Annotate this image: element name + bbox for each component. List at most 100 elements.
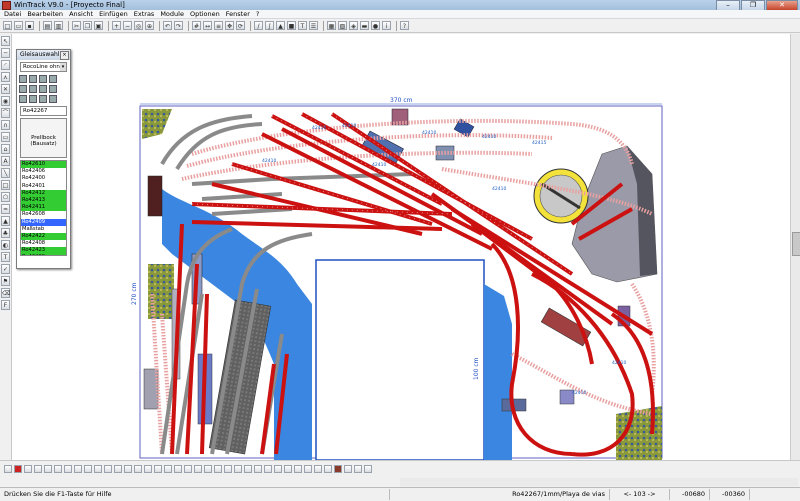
height-icon[interactable]: ▲ (276, 21, 285, 30)
context-help-icon[interactable]: ? (400, 21, 409, 30)
module-23-icon[interactable] (224, 464, 232, 473)
module-22-icon[interactable] (214, 464, 222, 473)
part-list-item[interactable]: Ro42412 (21, 189, 66, 197)
undo-icon[interactable]: ↶ (163, 21, 172, 30)
tool-a-icon[interactable] (19, 85, 27, 93)
list-icon[interactable]: ☰ (309, 21, 318, 30)
switch-piece-icon[interactable] (39, 75, 47, 83)
module-32-icon[interactable] (314, 464, 322, 473)
module-20-icon[interactable] (194, 464, 202, 473)
building-icon[interactable]: ⌂ (1, 144, 10, 154)
module-3-icon[interactable] (24, 464, 32, 473)
menu-datei[interactable]: Datei (4, 10, 21, 18)
module-1-icon[interactable] (4, 464, 12, 473)
part-list-item[interactable]: Ro42401 (21, 183, 66, 190)
water-icon[interactable]: ≈ (1, 204, 10, 214)
module-15-icon[interactable] (144, 464, 152, 473)
menu-extras[interactable]: Extras (134, 10, 155, 18)
part-list-item[interactable]: Ro42409 (21, 254, 66, 255)
print-small-icon[interactable] (364, 464, 372, 473)
print-preview-icon[interactable]: ▥ (54, 21, 63, 30)
tool-3d-icon[interactable] (49, 95, 57, 103)
flex-track-icon[interactable]: ∫ (265, 21, 274, 30)
part-list-item[interactable]: Ro42610 (21, 161, 66, 169)
track-icon[interactable]: / (254, 21, 263, 30)
module-17-icon[interactable] (164, 464, 172, 473)
straight-track-icon[interactable]: ─ (1, 48, 10, 58)
vertical-scrollbar[interactable] (790, 34, 800, 460)
module-16-icon[interactable] (154, 464, 162, 473)
vertical-scroll-thumb[interactable] (792, 232, 800, 256)
copy-icon[interactable]: ❐ (83, 21, 92, 30)
curve-piece-icon[interactable] (29, 75, 37, 83)
zoom-out-icon[interactable]: − (123, 21, 132, 30)
menu-ansicht[interactable]: Ansicht (69, 10, 93, 18)
font-icon[interactable]: F (1, 300, 10, 310)
tool-c-icon[interactable] (39, 85, 47, 93)
tool-e-icon[interactable] (19, 95, 27, 103)
label-a-icon[interactable]: A (1, 156, 10, 166)
switch-track-icon[interactable]: ⋏ (1, 72, 10, 82)
horizontal-scrollbar[interactable] (400, 478, 798, 486)
part-list-item[interactable]: Ro42422 (21, 232, 66, 241)
module-11-icon[interactable] (104, 464, 112, 473)
part-list-item[interactable]: Ro42413 (21, 196, 66, 205)
cut-icon[interactable]: ✂ (72, 21, 81, 30)
panel-header[interactable]: Gleisauswahl × (17, 50, 70, 60)
train-icon[interactable]: ▬ (360, 21, 369, 30)
line-icon[interactable]: ╲ (1, 168, 10, 178)
turntable-icon[interactable]: ◉ (1, 96, 10, 106)
menu-optionen[interactable]: Optionen (190, 10, 220, 18)
loco-icon[interactable] (334, 464, 342, 473)
layout-icon[interactable]: ▦ (327, 21, 336, 30)
wagon-icon[interactable] (344, 464, 352, 473)
zoom-fit-icon[interactable]: ◎ (134, 21, 143, 30)
part-list-item[interactable]: Ro42411 (21, 204, 66, 212)
module-21-icon[interactable] (204, 464, 212, 473)
module-5-icon[interactable] (44, 464, 52, 473)
part-list-item[interactable]: Ro42400 (21, 175, 66, 182)
module-13-icon[interactable] (124, 464, 132, 473)
module-33-icon[interactable] (324, 464, 332, 473)
text-label-icon[interactable]: T (1, 252, 10, 262)
select-arrow-icon[interactable]: ↖ (1, 36, 10, 46)
tool-b-icon[interactable] (29, 85, 37, 93)
module-24-icon[interactable] (234, 464, 242, 473)
app-icon[interactable] (2, 0, 11, 10)
part-list-item[interactable]: Ro42409 (21, 218, 66, 226)
track-plan[interactable]: 370 cm 270 cm 100 cm 42410 42410 42410 4… (12, 34, 790, 460)
menu-module[interactable]: Module (160, 10, 184, 18)
tree-icon[interactable]: ♣ (1, 228, 10, 238)
grid-icon[interactable]: # (192, 21, 201, 30)
tool-f-icon[interactable] (29, 95, 37, 103)
check-icon[interactable]: ✓ (1, 264, 10, 274)
module-7-icon[interactable] (64, 464, 72, 473)
curve-track-icon[interactable]: ◜ (1, 60, 10, 70)
info-icon[interactable]: i (382, 21, 391, 30)
turntable-piece-icon[interactable] (49, 75, 57, 83)
module-4-icon[interactable] (34, 464, 42, 473)
module-30-icon[interactable] (294, 464, 302, 473)
module-28-icon[interactable] (274, 464, 282, 473)
zoom-window-icon[interactable]: ⊕ (145, 21, 154, 30)
part-list-item[interactable]: Maßstab (21, 226, 66, 233)
module-8-icon[interactable] (74, 464, 82, 473)
tunnel-icon[interactable]: ∩ (1, 120, 10, 130)
part-list-item[interactable]: Ro42406 (21, 168, 66, 175)
module-2-icon[interactable] (14, 464, 22, 473)
move-icon[interactable]: ✥ (225, 21, 234, 30)
polygon-icon[interactable]: ⬠ (1, 192, 10, 202)
menu-fenster[interactable]: Fenster (226, 10, 250, 18)
text-icon[interactable]: T (298, 21, 307, 30)
part-list-item[interactable]: Ro42423 (21, 247, 66, 255)
redo-icon[interactable]: ↷ (174, 21, 183, 30)
module-6-icon[interactable] (54, 464, 62, 473)
bridge-icon[interactable]: ⌒ (1, 108, 10, 118)
module-14-icon[interactable] (134, 464, 142, 473)
module-9-icon[interactable] (84, 464, 92, 473)
new-file-icon[interactable]: □ (3, 21, 12, 30)
signal-icon[interactable]: ● (371, 21, 380, 30)
track-selection-panel[interactable]: Gleisauswahl × RocoLine ohne ▾ Ro42267 P… (16, 49, 71, 269)
flag-icon[interactable]: ⚑ (1, 276, 10, 286)
straight-piece-icon[interactable] (19, 75, 27, 83)
